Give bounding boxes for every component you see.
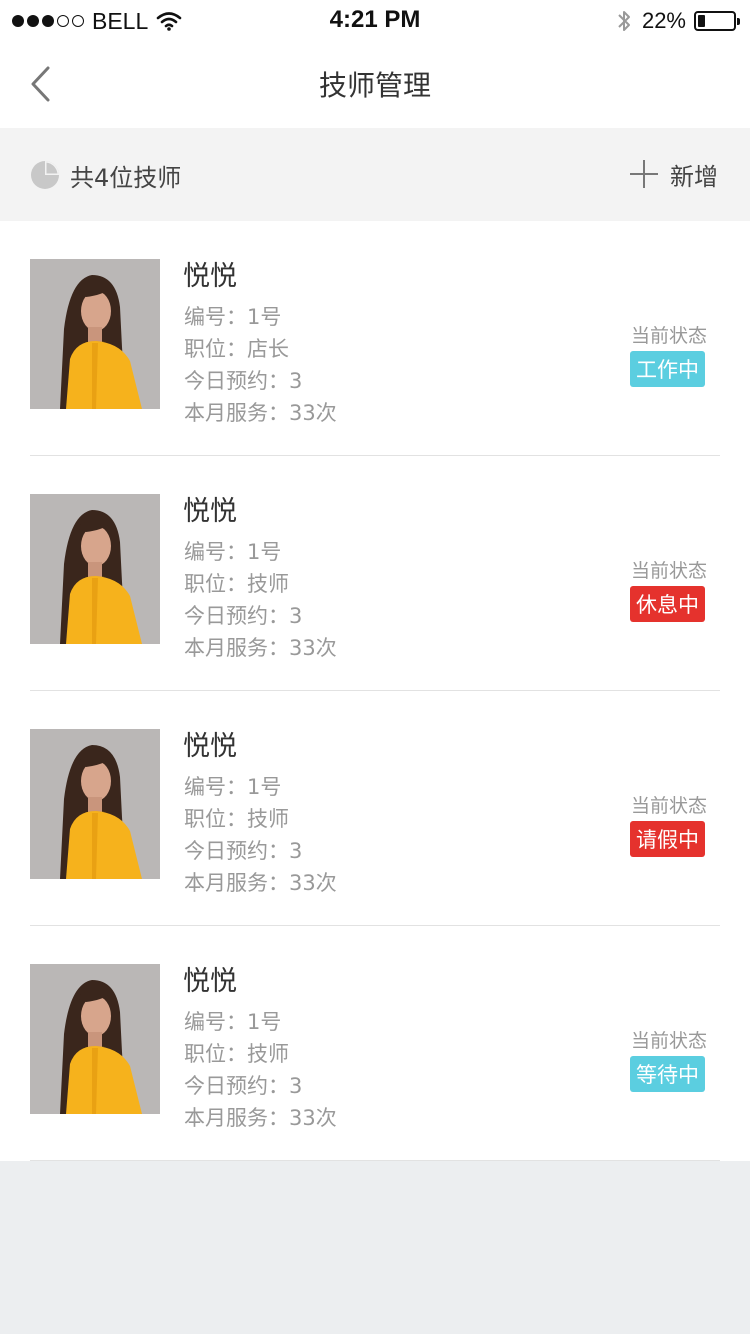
technician-name: 悦悦 bbox=[183, 966, 237, 997]
today-appointments: 今日预约：3 bbox=[184, 1074, 303, 1098]
technician-number: 编号：1号 bbox=[184, 775, 282, 799]
avatar bbox=[30, 494, 160, 644]
battery-area: 22% bbox=[616, 8, 740, 34]
technician-position: 职位：店长 bbox=[184, 337, 289, 361]
avatar bbox=[30, 964, 160, 1114]
summary-bar: 共4位技师 新增 bbox=[0, 128, 750, 221]
technician-name: 悦悦 bbox=[183, 261, 237, 292]
list-item[interactable]: 悦悦 编号：1号 职位：技师 今日预约：3 本月服务：33次 当前状态 等待中 bbox=[0, 926, 750, 1161]
technician-list: 悦悦 编号：1号 职位：店长 今日预约：3 本月服务：33次 当前状态 工作中 … bbox=[0, 221, 750, 1161]
status-label: 当前状态 bbox=[630, 560, 707, 582]
status-bar: BELL 4:21 PM 22% bbox=[0, 0, 750, 42]
divider bbox=[30, 1160, 720, 1161]
battery-tip bbox=[737, 18, 740, 25]
monthly-services: 本月服务：33次 bbox=[184, 1106, 337, 1130]
monthly-services: 本月服务：33次 bbox=[184, 401, 337, 425]
status-label: 当前状态 bbox=[630, 1030, 707, 1052]
add-label: 新增 bbox=[670, 162, 718, 191]
technician-position: 职位：技师 bbox=[184, 1042, 289, 1066]
avatar bbox=[30, 259, 160, 409]
status-badge: 工作中 bbox=[630, 351, 705, 387]
status-badge: 休息中 bbox=[630, 586, 705, 622]
battery-percent: 22% bbox=[641, 8, 686, 33]
monthly-services: 本月服务：33次 bbox=[184, 636, 337, 660]
bluetooth-icon bbox=[618, 11, 630, 31]
add-button[interactable]: 新增 bbox=[630, 152, 718, 196]
list-item[interactable]: 悦悦 编号：1号 职位：店长 今日预约：3 本月服务：33次 当前状态 工作中 bbox=[0, 221, 750, 456]
today-appointments: 今日预约：3 bbox=[184, 839, 303, 863]
avatar bbox=[30, 729, 160, 879]
technician-count: 共4位技师 bbox=[70, 164, 182, 192]
status-badge: 等待中 bbox=[630, 1056, 705, 1092]
today-appointments: 今日预约：3 bbox=[184, 369, 303, 393]
technician-number: 编号：1号 bbox=[184, 305, 282, 329]
status-badge: 请假中 bbox=[630, 821, 705, 857]
page-title: 技师管理 bbox=[318, 69, 431, 102]
technician-position: 职位：技师 bbox=[184, 572, 289, 596]
battery-icon bbox=[694, 11, 740, 31]
technician-number: 编号：1号 bbox=[184, 1010, 282, 1034]
status-label: 当前状态 bbox=[630, 795, 707, 817]
technician-number: 编号：1号 bbox=[184, 540, 282, 564]
technician-name: 悦悦 bbox=[183, 731, 237, 762]
list-item[interactable]: 悦悦 编号：1号 职位：技师 今日预约：3 本月服务：33次 当前状态 请假中 bbox=[0, 691, 750, 926]
technician-position: 职位：技师 bbox=[184, 807, 289, 831]
technician-name: 悦悦 bbox=[183, 496, 237, 527]
monthly-services: 本月服务：33次 bbox=[184, 871, 337, 895]
today-appointments: 今日预约：3 bbox=[184, 604, 303, 628]
plus-icon bbox=[630, 160, 658, 188]
status-label: 当前状态 bbox=[630, 325, 707, 347]
pie-chart-icon bbox=[31, 161, 59, 189]
nav-bar: 技师管理 bbox=[0, 42, 750, 128]
battery-fill bbox=[698, 15, 706, 27]
list-item[interactable]: 悦悦 编号：1号 职位：技师 今日预约：3 本月服务：33次 当前状态 休息中 bbox=[0, 456, 750, 691]
